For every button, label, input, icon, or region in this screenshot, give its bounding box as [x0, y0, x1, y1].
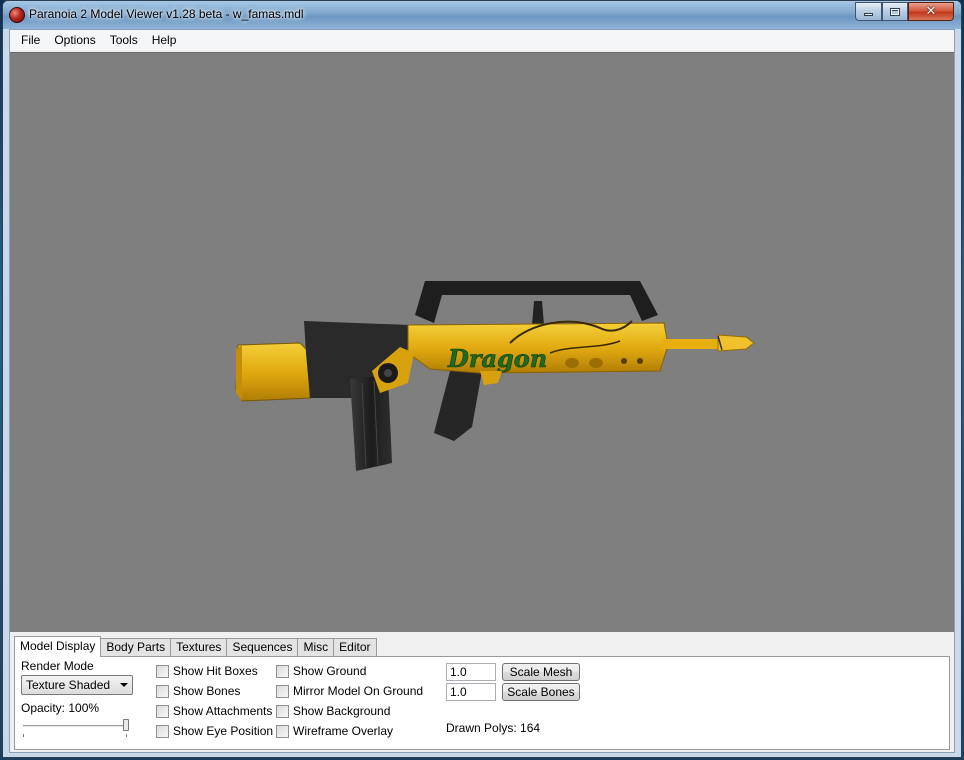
opacity-label: Opacity: 100%: [21, 701, 100, 715]
tab-misc[interactable]: Misc: [297, 638, 335, 656]
minimize-button[interactable]: [855, 2, 882, 21]
checkbox[interactable]: [156, 704, 169, 718]
checkbox[interactable]: [276, 664, 289, 678]
check-show-eye-position[interactable]: Show Eye Position: [156, 723, 273, 739]
menu-file[interactable]: File: [14, 30, 47, 50]
scale-mesh-input[interactable]: 1.0: [446, 663, 496, 681]
barrel: [662, 339, 722, 349]
tab-model-display[interactable]: Model Display: [14, 636, 102, 657]
render-mode-value: Texture Shaded: [26, 678, 111, 692]
tab-strip: Model Display Body Parts Textures Sequen…: [14, 636, 377, 657]
tab-sequences[interactable]: Sequences: [226, 638, 299, 656]
window-title: Paranoia 2 Model Viewer v1.28 beta - w_f…: [29, 7, 304, 21]
model-display-panel: Render Mode Texture Shaded Opacity: 100%…: [14, 656, 950, 750]
control-panel: Model Display Body Parts Textures Sequen…: [10, 634, 954, 752]
maximize-icon: [890, 7, 900, 16]
minimize-icon: [864, 13, 873, 16]
tab-body-parts[interactable]: Body Parts: [100, 638, 172, 656]
flash-hider: [717, 334, 755, 352]
front-sight: [532, 301, 544, 325]
menu-help[interactable]: Help: [145, 30, 184, 50]
menu-bar: File Options Tools Help: [10, 30, 954, 50]
scale-bones-input[interactable]: 1.0: [446, 683, 496, 701]
drawn-polys-readout: Drawn Polys: 164: [446, 721, 541, 735]
check-show-ground[interactable]: Show Ground: [276, 663, 366, 679]
pistol-grip: [434, 371, 482, 441]
menu-options[interactable]: Options: [47, 30, 102, 50]
client-area: File Options Tools Help Dragon Model Dis…: [9, 29, 955, 753]
checkbox[interactable]: [156, 684, 169, 698]
check-show-background[interactable]: Show Background: [276, 703, 390, 719]
render-mode-label: Render Mode: [21, 659, 94, 673]
tab-textures[interactable]: Textures: [170, 638, 228, 656]
maximize-button[interactable]: [882, 2, 908, 21]
close-icon: ✕: [925, 4, 937, 19]
check-show-attachments[interactable]: Show Attachments: [156, 703, 272, 719]
check-wireframe-overlay[interactable]: Wireframe Overlay: [276, 723, 393, 739]
checkbox[interactable]: [276, 704, 289, 718]
title-bar[interactable]: Paranoia 2 Model Viewer v1.28 beta - w_f…: [3, 1, 961, 29]
butt-stock: [235, 342, 311, 402]
checkbox[interactable]: [276, 724, 289, 738]
tab-editor[interactable]: Editor: [333, 638, 377, 656]
close-button[interactable]: ✕: [908, 2, 954, 21]
check-mirror-model-on-ground[interactable]: Mirror Model On Ground: [276, 683, 423, 699]
render-mode-select[interactable]: Texture Shaded: [21, 675, 133, 695]
check-show-hit-boxes[interactable]: Show Hit Boxes: [156, 663, 258, 679]
main-window: Paranoia 2 Model Viewer v1.28 beta - w_f…: [2, 0, 962, 758]
app-icon[interactable]: [9, 7, 25, 23]
opacity-slider-thumb[interactable]: [123, 719, 129, 731]
slider-tick: [126, 734, 127, 737]
scale-bones-button[interactable]: Scale Bones: [502, 683, 580, 701]
opacity-slider-track[interactable]: [23, 725, 127, 728]
check-show-bones[interactable]: Show Bones: [156, 683, 240, 699]
butt-plate: [236, 345, 242, 401]
engraving-text: Dragon: [447, 344, 547, 373]
slider-tick: [23, 734, 24, 737]
scale-mesh-button[interactable]: Scale Mesh: [502, 663, 580, 681]
checkbox[interactable]: [156, 724, 169, 738]
checkbox[interactable]: [276, 684, 289, 698]
checkbox[interactable]: [156, 664, 169, 678]
model-viewport[interactable]: Dragon: [10, 52, 954, 632]
rifle-model: Dragon: [235, 281, 755, 471]
menu-tools[interactable]: Tools: [103, 30, 145, 50]
chevron-down-icon: [120, 683, 128, 687]
